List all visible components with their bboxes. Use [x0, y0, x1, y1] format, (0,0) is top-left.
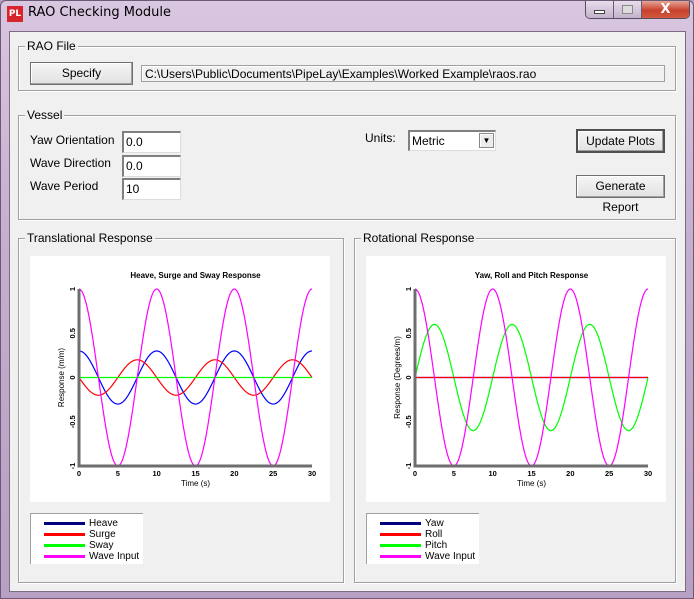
- chart-title: Yaw, Roll and Pitch Response: [475, 271, 589, 280]
- legend-label: Roll: [425, 529, 443, 540]
- title-bar[interactable]: PL RAO Checking Module X: [1, 1, 694, 27]
- rotational-group-label: Rotational Response: [361, 231, 477, 245]
- rao-file-path-field[interactable]: C:\Users\Public\Documents\PipeLay\Exampl…: [141, 65, 665, 82]
- app-icon: PL: [7, 6, 23, 22]
- rotational-chart: Yaw, Roll and Pitch Response0 5 10 15 20 25 30…: [393, 271, 652, 488]
- legend-swatch: [44, 555, 85, 558]
- y-tick-label: -0.5: [68, 415, 77, 428]
- minimize-icon: [594, 10, 605, 14]
- legend-swatch: [380, 555, 421, 558]
- legend-swatch: [380, 522, 421, 525]
- yaw-orientation-input[interactable]: 0.0: [122, 131, 181, 153]
- update-plots-button[interactable]: Update Plots: [576, 129, 665, 153]
- x-tick-label: 15: [527, 469, 535, 478]
- vessel-group-label: Vessel: [25, 108, 65, 122]
- legend-item-heave: Heave: [44, 518, 118, 529]
- legend-label: Heave: [89, 518, 118, 529]
- x-tick-label: 5: [116, 469, 120, 478]
- x-axis-label: Time (s): [181, 479, 210, 488]
- rotational-plot: Yaw, Roll and Pitch Response 0 5 10 15 20 25 30…: [366, 256, 666, 502]
- rao-file-group: RAO File Specify C:\Users\Public\Documen…: [18, 39, 676, 91]
- x-tick-label: 5: [452, 469, 456, 478]
- legend-swatch: [44, 544, 85, 547]
- translational-group-label: Translational Response: [25, 231, 155, 245]
- close-icon: X: [660, 2, 671, 17]
- wave-period-input[interactable]: 10: [122, 178, 181, 200]
- legend-swatch: [44, 533, 85, 536]
- y-tick-label: -1: [404, 463, 413, 470]
- x-tick-label: 30: [308, 469, 316, 478]
- legend-item-wave-input: Wave Input: [44, 551, 139, 562]
- x-tick-label: 20: [566, 469, 574, 478]
- legend-item-yaw: Yaw: [380, 518, 444, 529]
- x-tick-label: 10: [152, 469, 160, 478]
- y-tick-label: 0.5: [68, 328, 77, 338]
- units-label: Units:: [365, 131, 396, 145]
- legend-item-surge: Surge: [44, 529, 116, 540]
- y-tick-label: 1: [404, 287, 413, 291]
- legend-label: Sway: [89, 540, 114, 551]
- y-tick-label: -1: [68, 463, 77, 470]
- rao-file-group-label: RAO File: [25, 39, 78, 53]
- x-tick-label: 30: [644, 469, 652, 478]
- minimize-button[interactable]: [586, 1, 614, 18]
- legend-item-sway: Sway: [44, 540, 113, 551]
- chart-title: Heave, Surge and Sway Response: [130, 271, 261, 280]
- x-tick-label: 25: [605, 469, 613, 478]
- close-button[interactable]: X: [642, 1, 689, 18]
- units-select-value: Metric: [412, 134, 445, 148]
- specify-button[interactable]: Specify: [30, 62, 133, 85]
- translational-chart: Heave, Surge and Sway Response0 5 10 15 20 25…: [57, 271, 316, 488]
- translational-plot: Heave, Surge and Sway Response 0 5 10 15 20 25…: [30, 256, 330, 502]
- y-tick-label: 0.5: [404, 328, 413, 338]
- legend-label: Surge: [89, 529, 116, 540]
- legend-swatch: [44, 522, 85, 525]
- y-axis-label: Response (Degrees/m): [393, 336, 402, 419]
- translational-response-group: Translational Response Heave, Surge and …: [18, 231, 344, 583]
- y-axis-label: Response (m/m): [57, 348, 66, 407]
- window-title: RAO Checking Module: [28, 5, 172, 20]
- legend-label: Wave Input: [89, 551, 140, 562]
- legend-label: Pitch: [425, 540, 448, 551]
- y-tick-label: 0: [68, 375, 77, 379]
- legend-label: Yaw: [425, 518, 444, 529]
- rotational-legend: Yaw Roll Pitch Wave Input: [366, 513, 479, 564]
- window-frame: PL RAO Checking Module X RAO File Specif…: [0, 0, 694, 599]
- wave-direction-label: Wave Direction: [30, 156, 111, 170]
- x-tick-label: 25: [269, 469, 277, 478]
- units-select[interactable]: Metric ▼: [408, 130, 496, 151]
- maximize-icon: [622, 5, 633, 14]
- y-tick-label: -0.5: [404, 415, 413, 428]
- y-tick-label: 0: [404, 375, 413, 379]
- legend-swatch: [380, 544, 421, 547]
- x-tick-label: 20: [230, 469, 238, 478]
- yaw-orientation-label: Yaw Orientation: [30, 133, 115, 147]
- client-area: RAO File Specify C:\Users\Public\Documen…: [9, 31, 686, 592]
- y-tick-label: 1: [68, 287, 77, 291]
- window-controls: X: [585, 1, 690, 19]
- legend-item-pitch: Pitch: [380, 540, 447, 551]
- translational-legend: Heave Surge Sway Wave Input: [30, 513, 143, 564]
- legend-item-roll: Roll: [380, 529, 442, 540]
- wave-period-label: Wave Period: [30, 179, 99, 193]
- dropdown-arrow-icon[interactable]: ▼: [479, 133, 494, 148]
- maximize-button[interactable]: [614, 1, 642, 18]
- x-tick-label: 0: [77, 469, 81, 478]
- rotational-response-group: Rotational Response Yaw, Roll and Pitch …: [354, 231, 676, 583]
- legend-item-wave-input: Wave Input: [380, 551, 475, 562]
- wave-direction-input[interactable]: 0.0: [122, 155, 181, 177]
- legend-label: Wave Input: [425, 551, 476, 562]
- x-tick-label: 10: [488, 469, 496, 478]
- x-axis-label: Time (s): [517, 479, 546, 488]
- x-tick-label: 15: [191, 469, 199, 478]
- generate-report-button[interactable]: Generate Report: [576, 175, 665, 214]
- legend-swatch: [380, 533, 421, 536]
- vessel-group: Vessel Yaw Orientation 0.0 Wave Directio…: [18, 108, 676, 220]
- x-tick-label: 0: [413, 469, 417, 478]
